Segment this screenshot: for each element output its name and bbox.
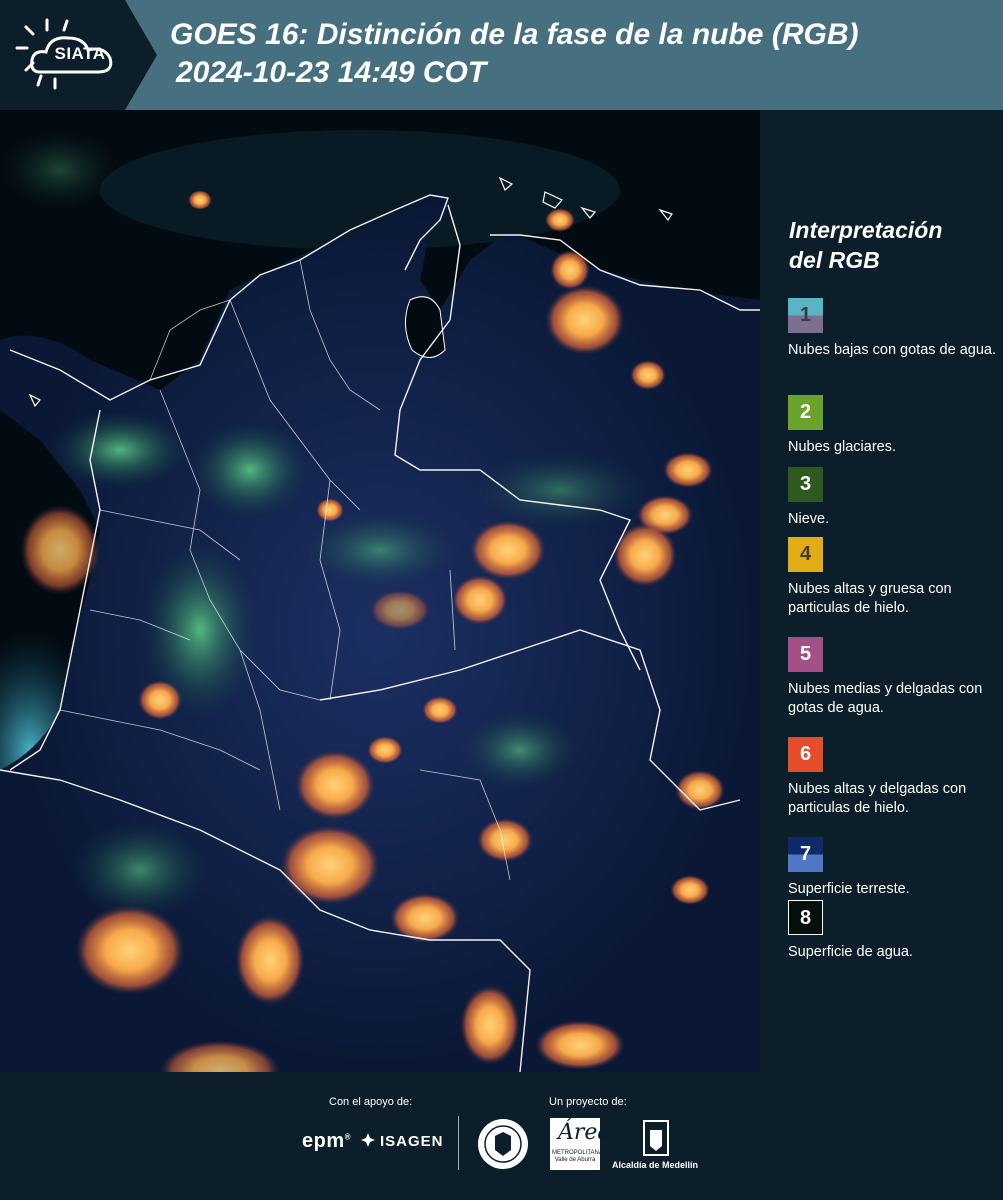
header-bar: SIATA GOES 16: Distinción de la fase de … xyxy=(0,0,1003,110)
legend-label: Superficie terreste. xyxy=(788,881,910,897)
legend-item-5: 5 Nubes medias y delgadas con gotas de ag… xyxy=(788,637,998,718)
legend-label: Nubes bajas con gotas de agua. xyxy=(788,342,996,358)
legend-number: 7 xyxy=(799,843,812,865)
alcaldia-logo-text: Alcaldía de Medellín xyxy=(612,1160,699,1170)
legend-number: 5 xyxy=(799,643,812,665)
footer-divider xyxy=(458,1116,459,1170)
legend-swatch-4: 4 xyxy=(788,537,823,572)
legend-item-7: 7 Superficie terreste. xyxy=(788,837,998,899)
footer: Con el apoyo de: Un proyecto de: epm® IS… xyxy=(0,1072,1003,1200)
legend-item-2: 2 Nubes glaciares. xyxy=(788,395,998,457)
satellite-map xyxy=(0,110,760,1072)
legend-item-8: 8 Superficie de agua. xyxy=(788,900,998,962)
alcaldia-emblem-icon xyxy=(643,1120,669,1156)
legend-label: Superficie de agua. xyxy=(788,944,913,960)
legend-number: 2 xyxy=(799,401,812,423)
legend-swatch-1: 1 xyxy=(788,298,823,333)
area-logo-script: Área xyxy=(558,1120,611,1145)
project-label: Un proyecto de: xyxy=(549,1096,627,1108)
legend-number: 1 xyxy=(799,304,812,326)
epm-logo-text: epm xyxy=(302,1130,345,1152)
legend-number: 3 xyxy=(799,473,812,495)
legend-swatch-2: 2 xyxy=(788,395,823,430)
legend-swatch-7: 7 xyxy=(788,837,823,872)
siata-logo: SIATA xyxy=(0,0,157,110)
legend-number: 6 xyxy=(799,743,812,765)
isagen-mark-icon xyxy=(361,1133,375,1147)
legend-swatch-8: 8 xyxy=(788,900,823,935)
area-logo-subtext: METROPOLITANA Valle de Aburrá xyxy=(552,1150,603,1163)
legend-title-line1: Interpretación xyxy=(789,217,943,243)
legend-number: 8 xyxy=(799,907,812,929)
page-title: GOES 16: Distinción de la fase de la nub… xyxy=(170,16,990,92)
epm-logo: epm® xyxy=(302,1130,351,1153)
legend-item-3: 3 Nieve. xyxy=(788,467,998,529)
legend-label: Nubes altas y delgadas con particulas de… xyxy=(788,781,967,816)
legend-item-4: 4 Nubes altas y gruesa con particulas de … xyxy=(788,537,998,618)
legend-title-line2: del RGB xyxy=(789,247,880,273)
support-label: Con el apoyo de: xyxy=(329,1096,413,1108)
university-seal-icon xyxy=(478,1119,528,1169)
isagen-logo: ISAGEN xyxy=(360,1132,444,1150)
rgb-legend: Interpretación del RGB 1 Nubes bajas con … xyxy=(776,110,1003,1072)
epm-registered-mark: ® xyxy=(344,1132,352,1142)
isagen-logo-text: ISAGEN xyxy=(380,1133,444,1150)
siata-logo-text: SIATA xyxy=(54,44,106,63)
legend-number: 4 xyxy=(799,543,812,565)
legend-swatch-5: 5 xyxy=(788,637,823,672)
title-product: GOES 16: Distinción de la fase de la nub… xyxy=(170,18,859,51)
legend-label: Nubes medias y delgadas con gotas de agu… xyxy=(788,681,983,716)
area-metropolitana-logo: Área METROPOLITANA Valle de Aburrá xyxy=(550,1118,611,1170)
legend-label: Nieve. xyxy=(788,511,830,527)
legend-label: Nubes altas y gruesa con particulas de h… xyxy=(788,581,952,616)
legend-item-1: 1 Nubes bajas con gotas de agua. xyxy=(788,298,998,360)
legend-item-6: 6 Nubes altas y delgadas con particulas d… xyxy=(788,737,998,818)
legend-swatch-3: 3 xyxy=(788,467,823,502)
legend-title: Interpretación del RGB xyxy=(789,215,989,275)
legend-swatch-6: 6 xyxy=(788,737,823,772)
title-timestamp: 2024-10-23 14:49 COT xyxy=(176,56,487,89)
legend-label: Nubes glaciares. xyxy=(788,439,896,455)
